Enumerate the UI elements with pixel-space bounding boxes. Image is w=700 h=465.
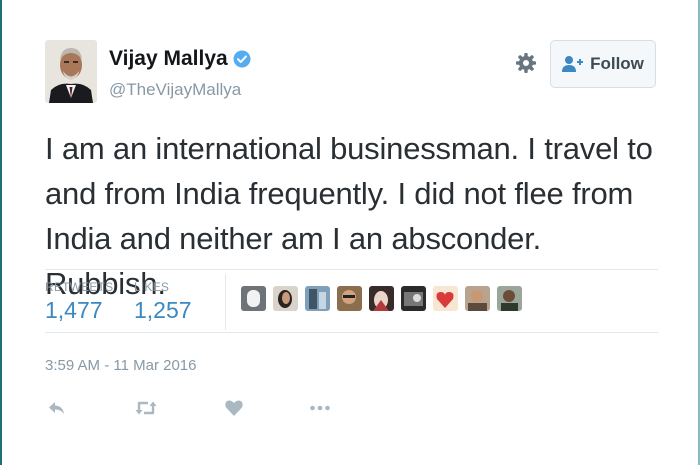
gear-icon[interactable] <box>515 52 537 74</box>
divider-bottom <box>45 332 658 333</box>
retweet-icon[interactable] <box>135 398 157 418</box>
profile-name[interactable]: Vijay Mallya <box>109 47 228 71</box>
liker-avatar[interactable] <box>465 286 490 311</box>
liker-avatar[interactable] <box>401 286 426 311</box>
left-edge-border <box>0 0 2 465</box>
add-user-icon <box>562 56 584 72</box>
retweets-stat[interactable]: RETWEETS 1,477 <box>45 280 113 324</box>
likes-label: LIKES <box>134 280 170 294</box>
liker-avatar[interactable] <box>241 286 266 311</box>
likes-count: 1,257 <box>134 297 192 323</box>
reply-icon[interactable] <box>47 398 67 418</box>
like-icon[interactable] <box>224 398 244 418</box>
tweet-timestamp[interactable]: 3:59 AM - 11 Mar 2016 <box>45 357 196 374</box>
liker-avatars <box>241 286 529 311</box>
liker-avatar[interactable] <box>337 286 362 311</box>
follow-label: Follow <box>590 54 644 73</box>
liker-avatar[interactable] <box>273 286 298 311</box>
more-icon[interactable] <box>309 398 331 418</box>
stats-divider <box>225 274 226 330</box>
liker-avatar[interactable] <box>369 286 394 311</box>
liker-avatar[interactable] <box>433 286 458 311</box>
liker-avatar[interactable] <box>497 286 522 311</box>
tweet-stats: RETWEETS 1,477 LIKES 1,257 <box>45 270 658 332</box>
follow-button[interactable]: Follow <box>550 40 656 88</box>
verified-badge-icon <box>233 50 251 68</box>
avatar[interactable] <box>45 40 97 103</box>
retweets-count: 1,477 <box>45 297 103 323</box>
tweet-header: Vijay Mallya @TheVijayMallya Follow <box>45 40 660 106</box>
name-row: Vijay Mallya <box>109 47 251 71</box>
liker-avatar[interactable] <box>305 286 330 311</box>
retweets-label: RETWEETS <box>45 280 114 294</box>
likes-stat[interactable]: LIKES 1,257 <box>134 280 192 324</box>
profile-handle[interactable]: @TheVijayMallya <box>109 80 241 100</box>
